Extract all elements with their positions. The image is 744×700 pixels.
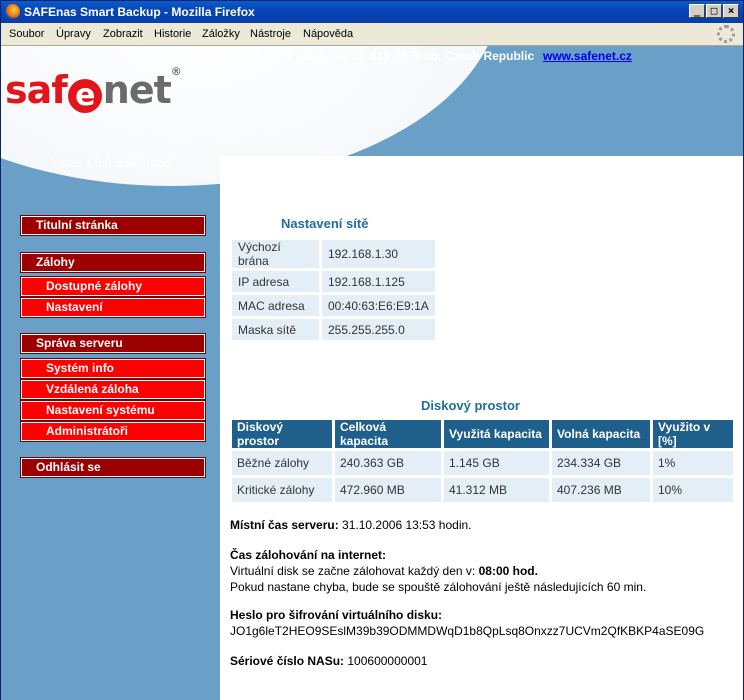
disk-cell: 1.145 GB bbox=[444, 451, 549, 475]
browser-window: SAFEnas Smart Backup - Mozilla Firefox _… bbox=[0, 0, 744, 700]
server-time-label: Místní čas serveru: bbox=[230, 518, 339, 532]
column-header: Diskový prostor bbox=[232, 420, 332, 448]
password-value: JO1g6leT2HEO9SEslM39b39ODMMDWqD1b8QpLsq8… bbox=[230, 624, 705, 638]
nav-backups[interactable]: Zálohy bbox=[20, 252, 206, 273]
menu-history[interactable]: Historie bbox=[154, 28, 191, 40]
backup-schedule: Čas zálohování na internet: Virtuální di… bbox=[230, 547, 646, 595]
nav-server-management[interactable]: Správa serveru bbox=[20, 333, 206, 354]
network-value: 192.168.1.30 bbox=[322, 240, 435, 268]
network-value: 255.255.255.0 bbox=[322, 319, 435, 340]
menu-bookmarks[interactable]: Záložky bbox=[202, 28, 240, 40]
disk-cell: 407.236 MB bbox=[552, 478, 650, 502]
table-row: IP adresa 192.168.1.125 bbox=[232, 271, 435, 292]
disk-cell: 472.960 MB bbox=[335, 478, 441, 502]
disk-space-title: Diskový prostor bbox=[421, 398, 520, 413]
network-label: MAC adresa bbox=[232, 295, 319, 316]
backup-schedule-label: Čas zálohování na internet: bbox=[230, 548, 387, 562]
disk-cell: 41.312 MB bbox=[444, 478, 549, 502]
network-settings-title: Nastavení sítě bbox=[281, 216, 369, 231]
nav-administrators[interactable]: Administrátoři bbox=[20, 421, 206, 442]
column-header: Celková kapacita bbox=[335, 420, 441, 448]
nav-available-backups[interactable]: Dostupné zálohy bbox=[20, 276, 206, 297]
table-row: Běžné zálohy 240.363 GB 1.145 GB 234.334… bbox=[232, 451, 733, 475]
company-address: s.r.o. Pražákova 10, 619 00 Brno, Czech … bbox=[256, 49, 535, 63]
table-row: Kritické zálohy 472.960 MB 41.312 MB 407… bbox=[232, 478, 733, 502]
network-table: Výchozí brána 192.168.1.30 IP adresa 192… bbox=[229, 237, 438, 343]
server-time: Místní čas serveru: 31.10.2006 13:53 hod… bbox=[230, 517, 472, 533]
maximize-button[interactable]: □ bbox=[706, 4, 722, 18]
menu-view[interactable]: Zobrazit bbox=[103, 28, 143, 40]
serial-number: Sériové číslo NASu: 100600000001 bbox=[230, 653, 427, 669]
encryption-password: Heslo pro šifrování virtuálního disku: J… bbox=[230, 607, 704, 639]
nav-logout[interactable]: Odhlásit se bbox=[20, 457, 206, 478]
serial-value: 100600000001 bbox=[344, 654, 428, 668]
table-row: MAC adresa 00:40:63:E6:E9:1A bbox=[232, 295, 435, 316]
disk-table: Diskový prostor Celková kapacita Využitá… bbox=[229, 417, 736, 505]
menu-file[interactable]: Soubor bbox=[9, 28, 44, 40]
nav-remote-backup[interactable]: Vzdálená záloha bbox=[20, 379, 206, 400]
network-value: 00:40:63:E6:E9:1A bbox=[322, 295, 435, 316]
network-label: IP adresa bbox=[232, 271, 319, 292]
safenet-logo: saf e net® bbox=[5, 65, 182, 113]
network-label: Maska sítě bbox=[232, 319, 319, 340]
password-label: Heslo pro šifrování virtuálního disku: bbox=[230, 608, 443, 622]
menu-tools[interactable]: Nástroje bbox=[250, 28, 291, 40]
table-row: Maska sítě 255.255.255.0 bbox=[232, 319, 435, 340]
column-header: Využitá kapacita bbox=[444, 420, 549, 448]
disk-cell: 10% bbox=[653, 478, 733, 502]
serial-label: Sériové číslo NASu: bbox=[230, 654, 345, 668]
window-title: SAFEnas Smart Backup - Mozilla Firefox bbox=[24, 5, 255, 19]
throbber-icon bbox=[717, 25, 735, 43]
web-page: saf e net® s.r.o. Pražákova 10, 619 00 Brn… bbox=[1, 46, 743, 700]
disk-cell: 234.334 GB bbox=[552, 451, 650, 475]
menu-bar: Soubor Úpravy Zobrazit Historie Záložky … bbox=[1, 23, 743, 46]
nav-home[interactable]: Titulní stránka bbox=[20, 215, 206, 236]
title-bar: SAFEnas Smart Backup - Mozilla Firefox _… bbox=[1, 1, 743, 23]
backup-time: 08:00 hod. bbox=[478, 564, 538, 578]
nav-settings[interactable]: Nastavení bbox=[20, 297, 206, 318]
version-label: Verze 1.0.0 build 1006 bbox=[51, 156, 171, 170]
table-header-row: Diskový prostor Celková kapacita Využitá… bbox=[232, 420, 733, 448]
menu-edit[interactable]: Úpravy bbox=[56, 28, 91, 40]
firefox-icon bbox=[5, 4, 20, 19]
minimize-button[interactable]: _ bbox=[689, 4, 705, 18]
column-header: Využito v [%] bbox=[653, 420, 733, 448]
table-row: Výchozí brána 192.168.1.30 bbox=[232, 240, 435, 268]
network-label: Výchozí brána bbox=[232, 240, 319, 268]
backup-retry-text: Pokud nastane chyba, bude se spouště zál… bbox=[230, 580, 647, 594]
disk-cell: Kritické zálohy bbox=[232, 478, 332, 502]
disk-cell: Běžné zálohy bbox=[232, 451, 332, 475]
close-button[interactable]: × bbox=[723, 4, 739, 18]
nav-system-settings[interactable]: Nastavení systému bbox=[20, 400, 206, 421]
disk-cell: 240.363 GB bbox=[335, 451, 441, 475]
column-header: Volná kapacita bbox=[552, 420, 650, 448]
disk-cell: 1% bbox=[653, 451, 733, 475]
network-value: 192.168.1.125 bbox=[322, 271, 435, 292]
website-link[interactable]: www.safenet.cz bbox=[543, 49, 632, 63]
nav-system-info[interactable]: Systém info bbox=[20, 358, 206, 379]
menu-help[interactable]: Nápověda bbox=[303, 28, 353, 40]
server-time-value: 31.10.2006 13:53 hodin. bbox=[338, 518, 472, 532]
backup-schedule-text: Virtuální disk se začne zálohovat každý … bbox=[230, 564, 479, 578]
